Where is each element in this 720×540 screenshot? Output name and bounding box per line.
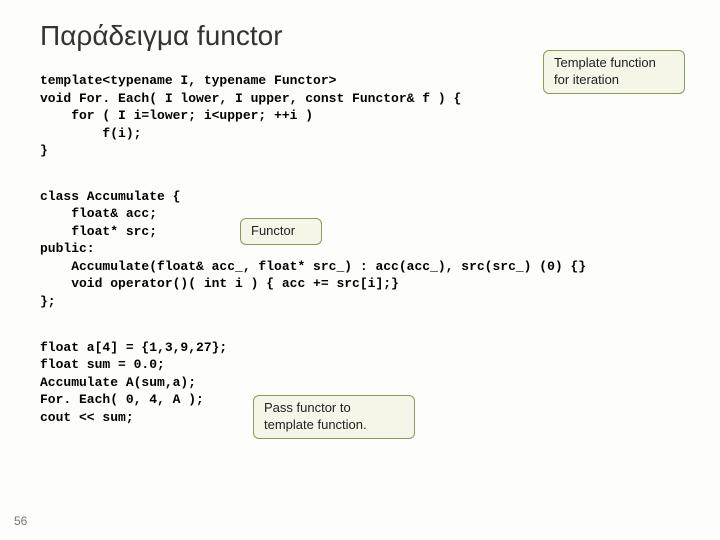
page-number: 56 bbox=[14, 514, 27, 528]
slide-title: Παράδειγμα functor bbox=[40, 20, 680, 52]
callout-template-function: Template function for iteration bbox=[543, 50, 685, 94]
code-block-2: class Accumulate { float& acc; float* sr… bbox=[40, 188, 680, 311]
callout-pass-functor: Pass functor to template function. bbox=[253, 395, 415, 439]
slide: Παράδειγμα functor template<typename I, … bbox=[0, 0, 720, 540]
callout-functor: Functor bbox=[240, 218, 322, 245]
